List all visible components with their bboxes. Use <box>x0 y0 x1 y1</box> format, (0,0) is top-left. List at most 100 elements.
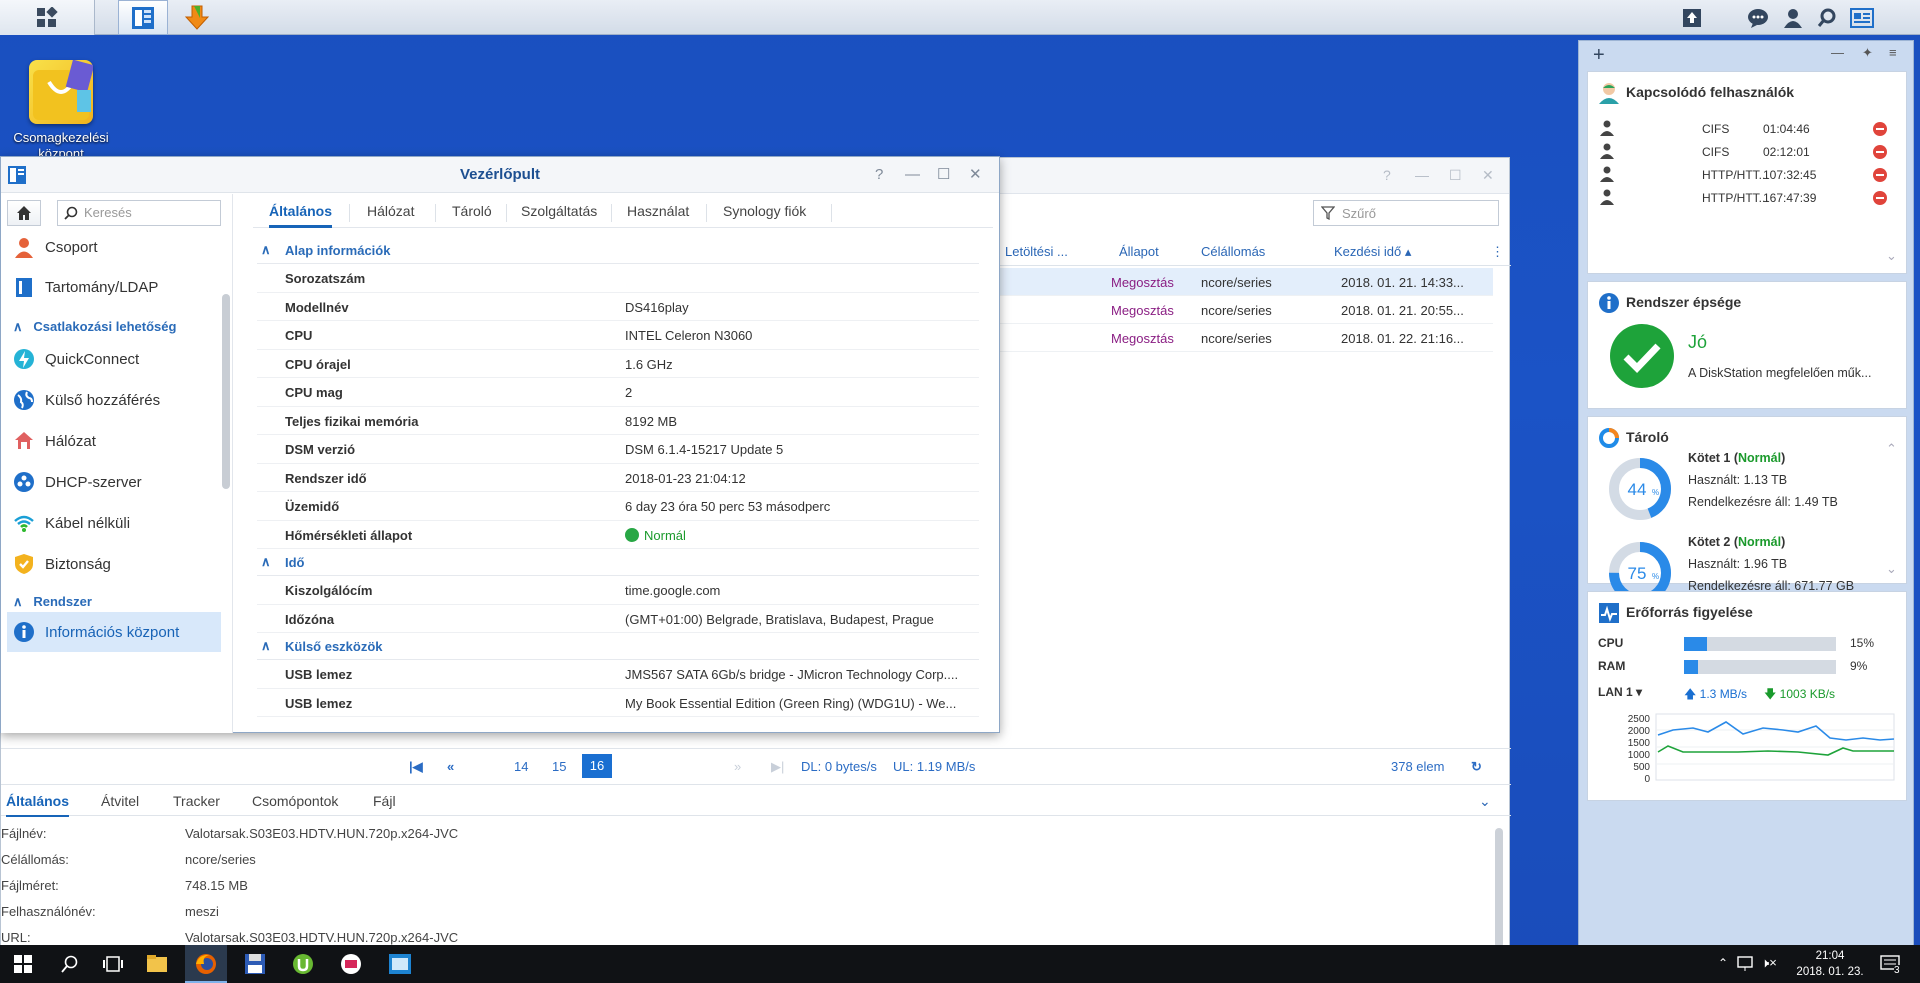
sidebar-item-domain-ldap[interactable]: Tartomány/LDAP <box>11 267 221 307</box>
volume-muted-icon[interactable]: 🕨× <box>1761 955 1777 971</box>
save-disk-icon[interactable] <box>244 953 266 975</box>
tab-services[interactable]: Szolgáltatás <box>521 203 597 219</box>
lan-selector[interactable]: LAN 1 ▾ <box>1598 685 1642 699</box>
disconnect-button[interactable] <box>1873 168 1887 182</box>
media-app-icon[interactable] <box>340 953 362 975</box>
scrollbar[interactable] <box>1495 828 1503 948</box>
row-status: Megosztás <box>1111 331 1174 346</box>
current-page[interactable]: 16 <box>582 754 612 778</box>
col-header-download[interactable]: Letöltési ... <box>1005 244 1068 259</box>
widget-connected-users: Kapcsolódó felhasználók CIFS 01:04:46 CIF… <box>1587 71 1907 274</box>
firefox-taskbar-button[interactable] <box>185 945 227 983</box>
info-row: USB lemez My Book Essential Edition (Gree… <box>257 689 979 717</box>
chevron-down-icon[interactable]: ⌄ <box>1886 248 1897 264</box>
svg-text:%: % <box>1652 488 1659 497</box>
file-explorer-icon[interactable] <box>146 953 168 973</box>
chevron-up-icon[interactable]: ⌃ <box>1886 441 1897 457</box>
widget-title: Rendszer épsége <box>1626 294 1742 310</box>
item-count: 378 elem <box>1391 759 1445 774</box>
chat-icon[interactable] <box>1741 0 1775 35</box>
user-icon[interactable] <box>1776 0 1810 35</box>
prev-page-icon[interactable]: « <box>447 759 454 774</box>
pagination-bar: |◀ « 14 15 16 » ▶| DL: 0 bytes/s UL: 1.1… <box>1 748 1511 782</box>
section-basic-info[interactable]: ∧ Alap információk <box>257 237 979 264</box>
search-icon[interactable] <box>61 955 79 973</box>
col-header-status[interactable]: Állapot <box>1119 244 1159 259</box>
widgets-toggle-icon[interactable] <box>1845 0 1879 35</box>
tab-storage[interactable]: Tároló <box>452 203 492 219</box>
tab-peers[interactable]: Csomópontok <box>252 793 338 809</box>
tab-general[interactable]: Általános <box>6 793 70 817</box>
search-input[interactable]: Keresés <box>57 200 221 226</box>
help-icon[interactable]: ? <box>1383 167 1391 183</box>
sidebar-item-wireless[interactable]: Kábel nélküli <box>11 503 221 543</box>
section-external-devices[interactable]: ∧ Külső eszközök <box>257 633 979 660</box>
sidebar-item-dhcp[interactable]: DHCP-szerver <box>11 462 221 502</box>
tab-file[interactable]: Fájl <box>373 793 396 809</box>
task-view-icon[interactable] <box>103 955 123 973</box>
tray-expand-icon[interactable]: ⌃ <box>1718 956 1728 970</box>
close-icon[interactable]: ✕ <box>969 157 982 193</box>
sidebar-item-quickconnect[interactable]: QuickConnect <box>11 339 221 379</box>
sidebar-item-info-center[interactable]: Információs központ <box>7 612 221 652</box>
disconnect-button[interactable] <box>1873 122 1887 136</box>
sidebar-group-connectivity[interactable]: ∧ Csatlakozási lehetőség <box>13 319 176 335</box>
tab-tracker[interactable]: Tracker <box>173 793 220 809</box>
first-page-icon[interactable]: |◀ <box>409 759 423 775</box>
sidebar-item-group[interactable]: Csoport <box>11 227 221 267</box>
upload-tray-icon[interactable] <box>1675 0 1709 35</box>
tab-synology-account[interactable]: Synology fiók <box>723 203 806 219</box>
system-clock[interactable]: 21:04 2018. 01. 23. <box>1795 948 1865 980</box>
minimize-icon[interactable]: — <box>1415 167 1429 183</box>
widget-panel-toolbar: + — ✦ ≡ <box>1579 41 1913 71</box>
tab-general[interactable]: Általános <box>269 203 333 228</box>
disconnect-button[interactable] <box>1873 191 1887 205</box>
sidebar-item-external-access[interactable]: Külső hozzáférés <box>11 380 221 420</box>
maximize-icon[interactable]: ☐ <box>937 157 950 193</box>
download-station-taskbar-button[interactable] <box>172 0 222 35</box>
windows-start-icon[interactable] <box>14 955 32 973</box>
panel-menu-icon[interactable]: ≡ <box>1889 45 1897 60</box>
minimize-icon[interactable]: — <box>905 157 920 193</box>
refresh-icon[interactable]: ↻ <box>1471 759 1482 775</box>
last-page-icon[interactable]: ▶| <box>771 759 784 775</box>
widget-title: Tároló <box>1626 429 1669 445</box>
sidebar-scrollbar[interactable] <box>222 294 230 489</box>
tab-network[interactable]: Hálózat <box>367 203 414 219</box>
collapse-icon[interactable]: ⌄ <box>1479 793 1491 810</box>
add-widget-icon[interactable]: + <box>1593 44 1605 67</box>
minimize-icon[interactable]: — <box>1831 45 1844 60</box>
y-tick: 2000 <box>1628 726 1651 737</box>
film-app-icon[interactable] <box>388 953 412 975</box>
temperature-status: Normál <box>644 527 686 543</box>
home-button[interactable] <box>7 200 41 226</box>
tab-transfer[interactable]: Átvitel <box>101 793 139 809</box>
svg-text:%: % <box>1652 572 1659 581</box>
network-tray-icon[interactable] <box>1737 956 1755 972</box>
filter-input[interactable]: Szűrő <box>1313 200 1499 226</box>
tab-usage[interactable]: Használat <box>627 203 689 219</box>
sidebar-group-system[interactable]: ∧ Rendszer <box>13 594 92 610</box>
close-icon[interactable]: ✕ <box>1482 167 1494 184</box>
utorrent-icon[interactable] <box>292 953 314 975</box>
help-icon[interactable]: ? <box>875 157 883 193</box>
next-page-icon[interactable]: » <box>734 759 741 774</box>
disconnect-button[interactable] <box>1873 145 1887 159</box>
col-header-start-time[interactable]: Kezdési idő ▴ <box>1334 244 1411 260</box>
package-center-desktop-icon[interactable]: Csomagkezelési központ <box>0 59 122 162</box>
section-time[interactable]: ∧ Idő <box>257 549 979 576</box>
column-menu-icon[interactable]: ⋮ <box>1491 244 1504 260</box>
main-menu-button[interactable] <box>0 0 95 35</box>
chevron-down-icon[interactable]: ⌄ <box>1886 561 1897 577</box>
pin-icon[interactable]: ✦ <box>1862 45 1873 61</box>
search-icon[interactable] <box>1810 0 1844 35</box>
sidebar-item-security[interactable]: Biztonság <box>11 544 221 584</box>
page-link[interactable]: 15 <box>552 759 566 774</box>
dhcp-icon <box>11 469 37 495</box>
col-header-destination[interactable]: Célállomás <box>1201 244 1265 259</box>
page-link[interactable]: 14 <box>514 759 528 774</box>
maximize-icon[interactable]: ☐ <box>1449 167 1462 184</box>
row-status: Megosztás <box>1111 303 1174 318</box>
sidebar-item-network[interactable]: Hálózat <box>11 421 221 461</box>
control-panel-taskbar-button[interactable] <box>118 0 168 35</box>
